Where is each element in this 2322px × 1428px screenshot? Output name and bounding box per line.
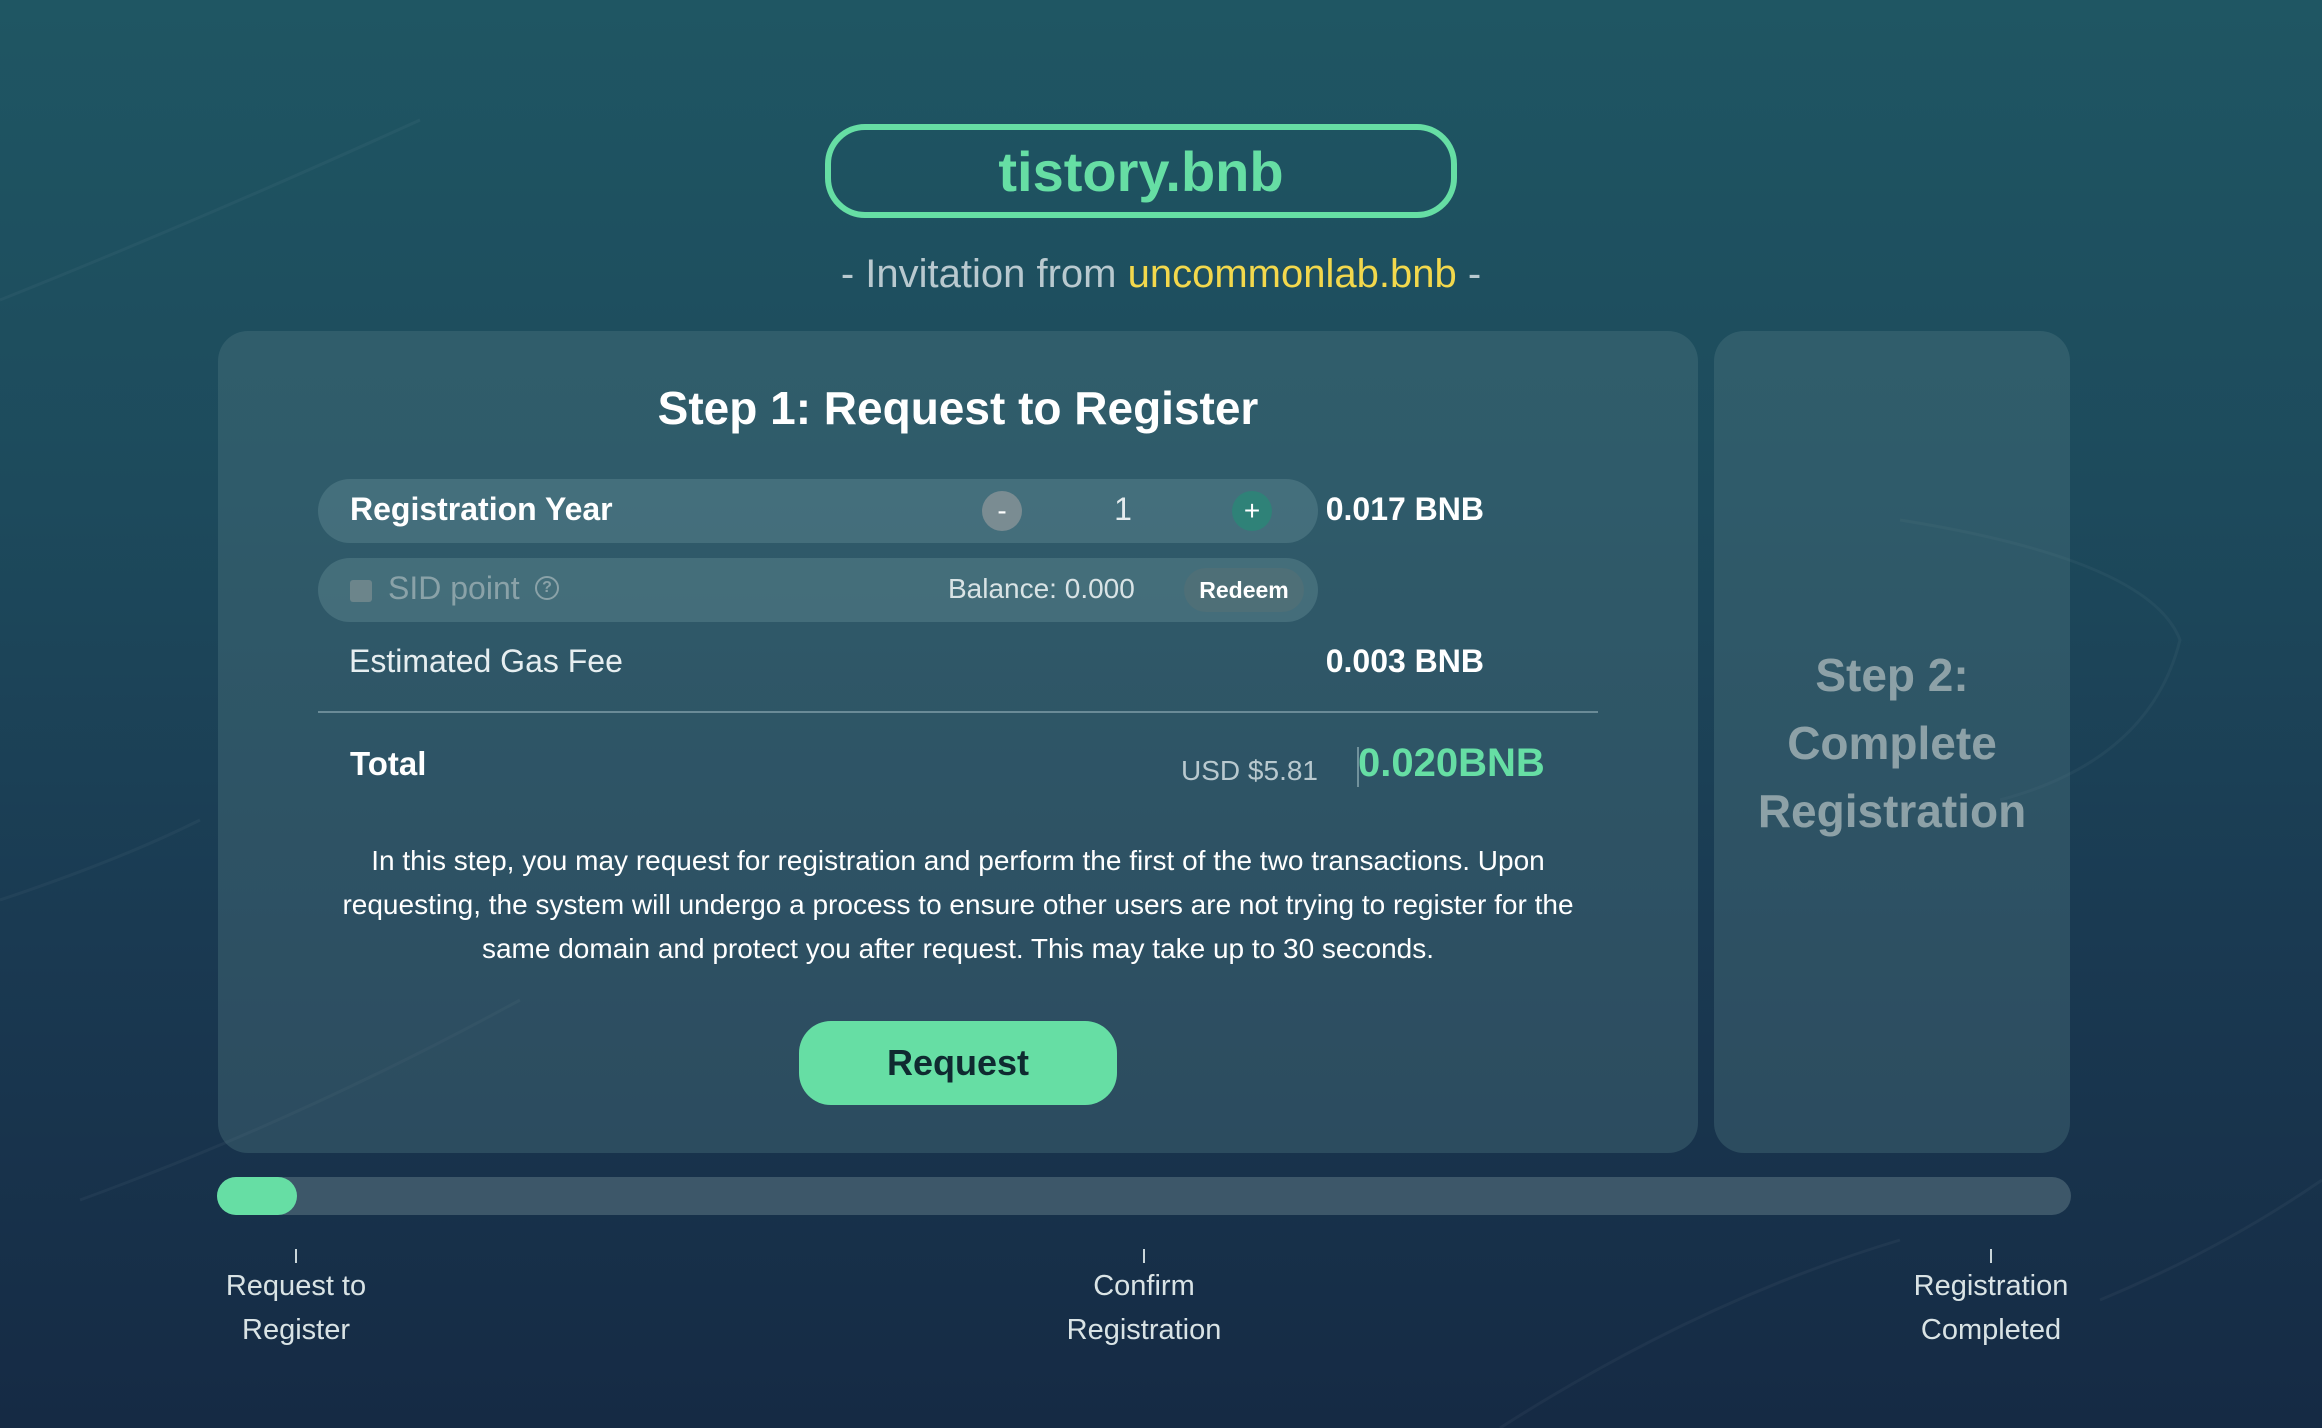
step2-card: Step 2: Complete Registration bbox=[1714, 331, 2070, 1153]
progress-fill bbox=[217, 1177, 297, 1215]
step1-card: Step 1: Request to Register Registration… bbox=[218, 331, 1698, 1153]
registration-year-label: Registration Year bbox=[350, 491, 613, 527]
milestone-tick-completed bbox=[1990, 1249, 1992, 1263]
minus-icon: - bbox=[997, 495, 1007, 526]
total-usd: USD $5.81 bbox=[1181, 755, 1318, 786]
domain-name: tistory.bnb bbox=[998, 139, 1284, 203]
step1-title: Step 1: Request to Register bbox=[657, 382, 1259, 434]
inviter-domain: uncommonlab.bnb bbox=[1127, 252, 1457, 296]
milestone-confirm-registration: Confirm Registration bbox=[1066, 1270, 1222, 1346]
registration-year-row: Registration Year - 1 + bbox=[318, 479, 1318, 543]
step2-title: Step 2: Complete Registration bbox=[1757, 649, 2027, 837]
step1-description: In this step, you may request for regist… bbox=[342, 845, 1574, 964]
registration-year-value: 1 bbox=[1114, 491, 1132, 527]
invitation-suffix: - bbox=[1467, 252, 1482, 296]
invitation-prefix: - Invitation from bbox=[840, 252, 1117, 296]
plus-icon: + bbox=[1243, 495, 1261, 526]
invitation-line: - Invitation from uncommonlab.bnb - bbox=[0, 252, 2322, 297]
question-circle-icon[interactable]: ? bbox=[535, 576, 559, 600]
redeem-button[interactable]: Redeem bbox=[1184, 568, 1304, 612]
divider bbox=[318, 711, 1598, 713]
sid-point-row: SID point ? Balance: 0.000 Redeem bbox=[318, 558, 1318, 622]
registration-progress-bar bbox=[217, 1177, 2071, 1215]
total-bnb: 0.020BNB bbox=[1358, 741, 1545, 785]
sid-point-checkbox[interactable] bbox=[350, 580, 372, 602]
decrement-year-button[interactable]: - bbox=[982, 491, 1022, 531]
milestone-tick-request bbox=[295, 1249, 297, 1263]
increment-year-button[interactable]: + bbox=[1232, 491, 1272, 531]
milestone-request-to-register: Request to Register bbox=[225, 1270, 367, 1346]
sid-point-label: SID point bbox=[388, 570, 520, 606]
domain-name-badge: tistory.bnb bbox=[825, 124, 1457, 218]
milestone-tick-confirm bbox=[1143, 1249, 1145, 1263]
total-label: Total bbox=[350, 745, 427, 782]
request-button[interactable]: Request bbox=[799, 1021, 1117, 1105]
milestone-registration-completed: Registration Completed bbox=[1913, 1270, 2069, 1346]
gas-fee-label: Estimated Gas Fee bbox=[349, 643, 623, 679]
gas-fee-value: 0.003 BNB bbox=[1325, 643, 1484, 679]
registration-year-price: 0.017 BNB bbox=[1325, 491, 1484, 527]
sid-point-balance: Balance: 0.000 bbox=[948, 573, 1135, 604]
